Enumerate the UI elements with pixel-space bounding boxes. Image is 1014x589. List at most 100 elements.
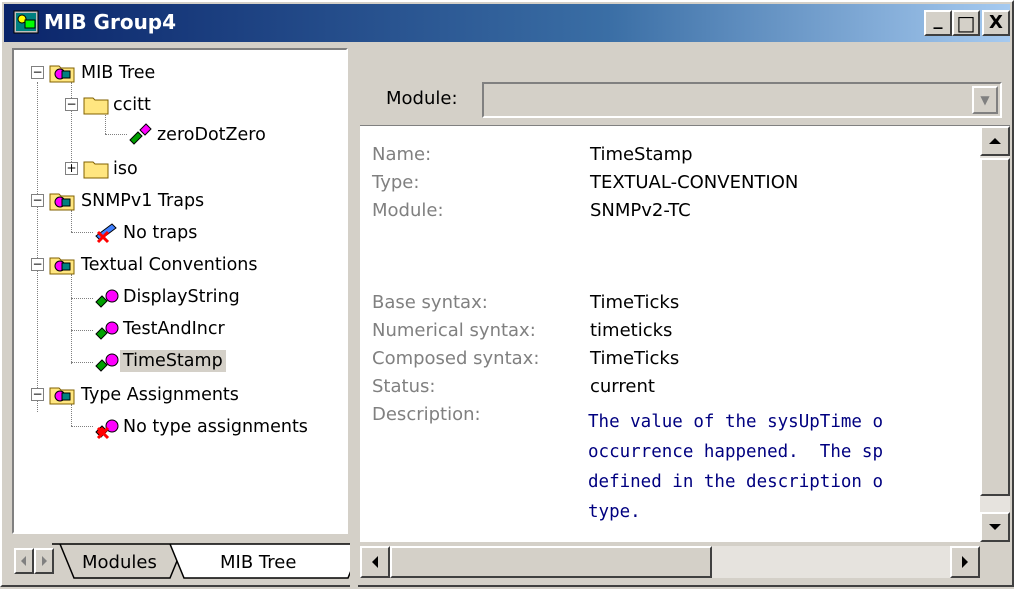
- folder-icon: [83, 161, 109, 179]
- detail-row-status: Status: current: [372, 376, 655, 404]
- detail-label: Base syntax:: [372, 292, 488, 313]
- tree-node-label: TimeStamp: [120, 350, 226, 372]
- tab-modules[interactable]: Modules: [82, 552, 157, 573]
- maximize-button[interactable]: □: [952, 10, 980, 36]
- detail-value: TimeTicks: [590, 348, 680, 369]
- textual-convention-icon: [95, 353, 119, 372]
- tree-node-timestamp[interactable]: TimeStamp: [120, 346, 226, 376]
- tree-connector: [71, 404, 72, 426]
- tree-node-iso[interactable]: iso: [110, 154, 141, 184]
- scroll-down-button[interactable]: [980, 512, 1010, 542]
- mib-browser-icon: [13, 10, 39, 34]
- mib-window: MIB Group4 _ □ X − MIB Tree − ccitt zero…: [0, 0, 1014, 589]
- textual-convention-icon: [95, 289, 119, 308]
- tree-node-label: Textual Conventions: [81, 255, 258, 275]
- object-identifier-icon: [129, 123, 152, 145]
- tree-node-label: MIB Tree: [81, 63, 156, 83]
- scroll-right-button[interactable]: [950, 546, 980, 578]
- vertical-scrollbar[interactable]: [980, 126, 1010, 542]
- tree-node-testandincr[interactable]: TestAndIncr: [120, 314, 228, 344]
- arrow-right-icon: [962, 556, 968, 568]
- title-bar[interactable]: MIB Group4 _ □ X: [4, 4, 1010, 42]
- folder-group-icon: [49, 387, 75, 405]
- folder-icon: [83, 97, 109, 115]
- tree-node-label: ccitt: [113, 95, 151, 115]
- detail-row-numerical-syntax: Numerical syntax: timeticks: [372, 320, 672, 348]
- no-trap-icon: [95, 223, 117, 244]
- detail-label: Type:: [372, 172, 420, 193]
- details-panel: Name: TimeStamp Type: TEXTUAL-CONVENTION M…: [360, 126, 980, 542]
- tree-node-type-assignments[interactable]: Type Assignments: [78, 380, 242, 410]
- detail-value: SNMPv2-TC: [590, 200, 691, 221]
- description-line: type.: [588, 502, 641, 522]
- tree-connector: [71, 426, 93, 427]
- tree-node-label: DisplayString: [123, 287, 240, 307]
- detail-label: Status:: [372, 376, 436, 397]
- tree-connector: [71, 82, 72, 164]
- tree-node-no-traps[interactable]: No traps: [120, 218, 200, 248]
- hscroll-thumb[interactable]: [390, 546, 712, 578]
- minimize-button[interactable]: _: [924, 10, 952, 36]
- collapse-snmpv1-traps-toggle[interactable]: −: [31, 194, 44, 207]
- tab-scroll-left-button[interactable]: [14, 548, 34, 574]
- detail-label: Module:: [372, 200, 444, 221]
- tree-node-label: iso: [113, 159, 138, 179]
- detail-row-composed-syntax: Composed syntax: TimeTicks: [372, 348, 679, 376]
- tree-node-label: No traps: [123, 223, 198, 243]
- detail-value: current: [590, 376, 655, 397]
- maximize-icon: □: [956, 11, 976, 35]
- tree-connector: [71, 210, 72, 232]
- module-bar: Module: ▼: [360, 48, 1010, 126]
- tree-node-label: zeroDotZero: [157, 125, 266, 145]
- description-line: defined in the description o: [588, 472, 884, 492]
- tree-node-displaystring[interactable]: DisplayString: [120, 282, 243, 312]
- arrow-left-icon: [21, 556, 26, 566]
- collapse-type-assignments-toggle[interactable]: −: [31, 388, 44, 401]
- tree-node-textual-conventions[interactable]: Textual Conventions: [78, 250, 261, 280]
- tab-scroll-right-button[interactable]: [34, 548, 54, 574]
- scroll-up-button[interactable]: [980, 126, 1010, 156]
- tree-node-label: TestAndIncr: [123, 319, 225, 339]
- detail-label: Name:: [372, 144, 432, 165]
- tree-connector: [71, 274, 72, 364]
- close-button[interactable]: X: [982, 10, 1010, 36]
- size-grip[interactable]: [980, 546, 1010, 578]
- tree-node-label: No type assignments: [123, 417, 308, 437]
- pane-splitter[interactable]: [350, 46, 358, 589]
- no-type-icon: [95, 419, 119, 440]
- module-dropdown[interactable]: ▼: [482, 82, 1002, 118]
- tree-node-ccitt[interactable]: ccitt: [110, 90, 154, 120]
- folder-group-icon: [49, 65, 75, 83]
- tree-connector: [71, 330, 93, 331]
- detail-label: Composed syntax:: [372, 348, 540, 369]
- chevron-down-icon[interactable]: ▼: [972, 86, 998, 114]
- tree-node-snmpv1-traps[interactable]: SNMPv1 Traps: [78, 186, 207, 216]
- tab-mib-tree[interactable]: MIB Tree: [220, 552, 296, 573]
- detail-row-base-syntax: Base syntax: TimeTicks: [372, 292, 679, 320]
- tree-connector: [71, 362, 93, 363]
- module-label: Module:: [386, 88, 458, 109]
- minimize-icon: _: [933, 9, 943, 30]
- tree-node-zerodotzero[interactable]: zeroDotZero: [154, 120, 269, 150]
- detail-value: TEXTUAL-CONVENTION: [590, 172, 799, 193]
- arrow-right-icon: [42, 556, 47, 566]
- tree-node-mib-tree[interactable]: MIB Tree: [78, 58, 158, 88]
- tree-connector: [71, 232, 93, 233]
- tree-connector: [105, 134, 127, 135]
- detail-label: Description:: [372, 404, 481, 425]
- tree-connector: [71, 298, 93, 299]
- expand-iso-toggle[interactable]: +: [65, 162, 78, 175]
- detail-row-name: Name: TimeStamp: [372, 144, 693, 172]
- scroll-thumb[interactable]: [980, 158, 1010, 496]
- scroll-left-button[interactable]: [360, 546, 390, 578]
- horizontal-scrollbar[interactable]: [360, 546, 1010, 578]
- collapse-textual-conventions-toggle[interactable]: −: [31, 258, 44, 271]
- detail-value: timeticks: [590, 320, 673, 341]
- detail-row-module: Module: SNMPv2-TC: [372, 200, 691, 228]
- tree-node-no-type-assignments[interactable]: No type assignments: [120, 412, 311, 442]
- collapse-mib-tree-toggle[interactable]: −: [31, 66, 44, 79]
- mib-tree-view[interactable]: − MIB Tree − ccitt zeroDotZero + iso − S…: [12, 48, 348, 534]
- detail-label: Numerical syntax:: [372, 320, 536, 341]
- detail-row-description: Description:: [372, 404, 590, 432]
- collapse-ccitt-toggle[interactable]: −: [65, 98, 78, 111]
